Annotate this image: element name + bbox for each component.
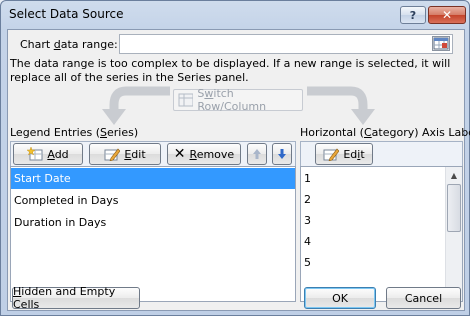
label-part: Legend Entries ( (10, 126, 101, 139)
range-selector-button[interactable] (432, 36, 450, 51)
legend-toolbar: Add Edit ✕ Remove (10, 141, 296, 167)
range-warning-message: The data range is too complex to be disp… (10, 57, 451, 84)
remove-label: Remove (190, 148, 235, 161)
dialog-title: Select Data Source (9, 7, 124, 21)
axis-label-item[interactable]: 4 (301, 231, 462, 252)
edit-axis-label: Edit (343, 148, 364, 161)
series-list-item[interactable]: Duration in Days (11, 212, 295, 233)
hidden-empty-cells-label: Hidden and Empty Cells (13, 285, 139, 311)
label-part: Horizontal ( (300, 126, 364, 139)
hidden-empty-cells-button[interactable]: Hidden and Empty Cells (12, 285, 140, 311)
axis-label-item[interactable]: 2 (301, 189, 462, 210)
move-up-icon (253, 149, 261, 159)
add-series-icon (27, 147, 43, 161)
legend-entries-label: Legend Entries (Series) (10, 126, 138, 139)
help-button[interactable]: ? (400, 6, 426, 24)
label-part: R (189, 147, 197, 161)
add-series-button[interactable]: Add (13, 143, 83, 165)
close-button[interactable]: ✕ (428, 6, 466, 24)
label-part: eries) (107, 126, 139, 139)
label-part: A (47, 147, 55, 161)
label-part: dit (131, 147, 146, 161)
move-up-button[interactable] (247, 143, 267, 165)
series-list-item[interactable]: Completed in Days (11, 190, 295, 211)
scroll-up-icon[interactable]: ▲ (446, 167, 462, 183)
remove-series-button[interactable]: ✕ Remove (167, 143, 241, 165)
label-part: Chart (20, 38, 54, 51)
label-part: d (53, 38, 61, 51)
close-icon: ✕ (441, 8, 453, 22)
right-curved-arrow-icon (307, 86, 375, 125)
axis-label-item[interactable]: 1 (301, 168, 462, 189)
scroll-thumb[interactable] (447, 184, 461, 232)
cancel-button[interactable]: Cancel (386, 287, 461, 309)
chart-data-range-input[interactable] (119, 34, 453, 54)
switch-row-column-button[interactable]: Switch Row/Column (173, 87, 303, 113)
label-part: ategory) Axis Labels (371, 126, 470, 139)
axis-labels-label: Horizontal (Category) Axis Labels (300, 126, 470, 139)
label-part: dd (54, 147, 69, 161)
chart-data-range-label: Chart data range: (20, 38, 118, 51)
label-part: emove (196, 147, 235, 161)
label-part: idden and Empty Cells (13, 285, 116, 311)
remove-x-icon: ✕ (173, 146, 186, 162)
left-curved-arrow-icon (102, 86, 170, 125)
switch-row-column-label: Switch Row/Column (197, 87, 302, 113)
title-bar: Select Data Source ? ✕ (1, 1, 469, 29)
edit-pencil-icon (323, 148, 340, 161)
cancel-label: Cancel (404, 291, 443, 305)
ok-label: OK (332, 291, 348, 305)
move-down-icon (278, 149, 286, 159)
select-data-source-dialog: Select Data Source ? ✕ Chart data range:… (0, 0, 470, 316)
edit-series-button[interactable]: Edit (89, 143, 161, 165)
axis-toolbar: Edit (300, 141, 463, 167)
edit-axis-labels-button[interactable]: Edit (315, 143, 373, 165)
ok-button[interactable]: OK (304, 287, 376, 309)
range-selector-icon (433, 37, 449, 50)
axis-labels-scrollbar[interactable]: ▲ ▼ (445, 167, 462, 301)
edit-label: Edit (124, 148, 145, 161)
edit-pencil-icon (104, 148, 121, 161)
dialog-body: Chart data range: The data range is too … (7, 29, 470, 311)
help-icon: ? (409, 8, 417, 22)
label-part: C (363, 126, 372, 139)
label-part: t (360, 147, 365, 161)
axis-label-item[interactable]: 5 (301, 252, 462, 273)
series-list[interactable]: Start Date Completed in Days Duration in… (10, 166, 296, 302)
series-list-item[interactable]: Start Date (11, 168, 295, 189)
label-part: Ed (343, 147, 358, 161)
add-label: Add (47, 148, 68, 161)
switch-row-column-icon (178, 93, 194, 107)
label-part: ata range: (60, 38, 118, 51)
axis-labels-list[interactable]: 1 2 3 4 5 ▲ ▼ (300, 166, 463, 302)
label-part: S (100, 126, 107, 139)
axis-label-item[interactable]: 3 (301, 210, 462, 231)
move-down-button[interactable] (272, 143, 292, 165)
